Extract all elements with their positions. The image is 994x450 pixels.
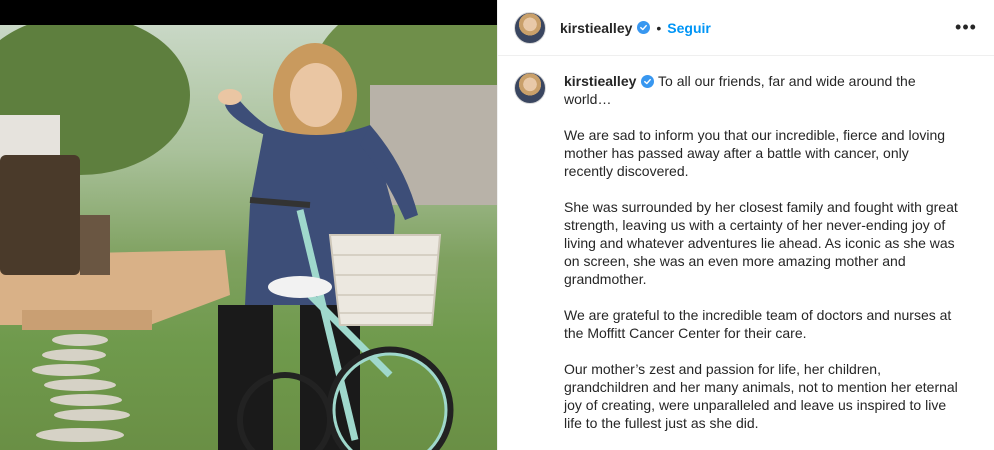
caption: kirstiealley To all our friends, far and… [498,56,994,432]
header-username[interactable]: kirstiealley [560,20,632,36]
separator-dot: • [656,19,662,36]
caption-paragraph: We are grateful to the incredible team o… [564,307,952,341]
more-options-icon[interactable]: ••• [954,16,978,40]
post-sidebar: kirstiealley • Seguir ••• kirstiealley T… [497,0,994,450]
caption-paragraph: She was surrounded by her closest family… [564,199,958,287]
post-photo[interactable] [0,25,497,450]
verified-badge-icon [637,21,651,34]
avatar[interactable] [514,11,546,44]
caption-avatar[interactable] [514,72,546,104]
verified-badge-icon [641,75,655,88]
follow-button[interactable]: Seguir [667,20,711,36]
caption-paragraph: We are sad to inform you that our incred… [564,127,946,179]
photo-letterbox [0,0,497,25]
caption-paragraph: Our mother’s zest and passion for life, … [564,361,958,431]
caption-text: kirstiealley To all our friends, far and… [564,72,959,432]
post-header: kirstiealley • Seguir ••• [498,0,994,56]
photo-illustration [0,25,497,450]
caption-username[interactable]: kirstiealley [564,73,636,89]
photo-pane [0,0,497,450]
